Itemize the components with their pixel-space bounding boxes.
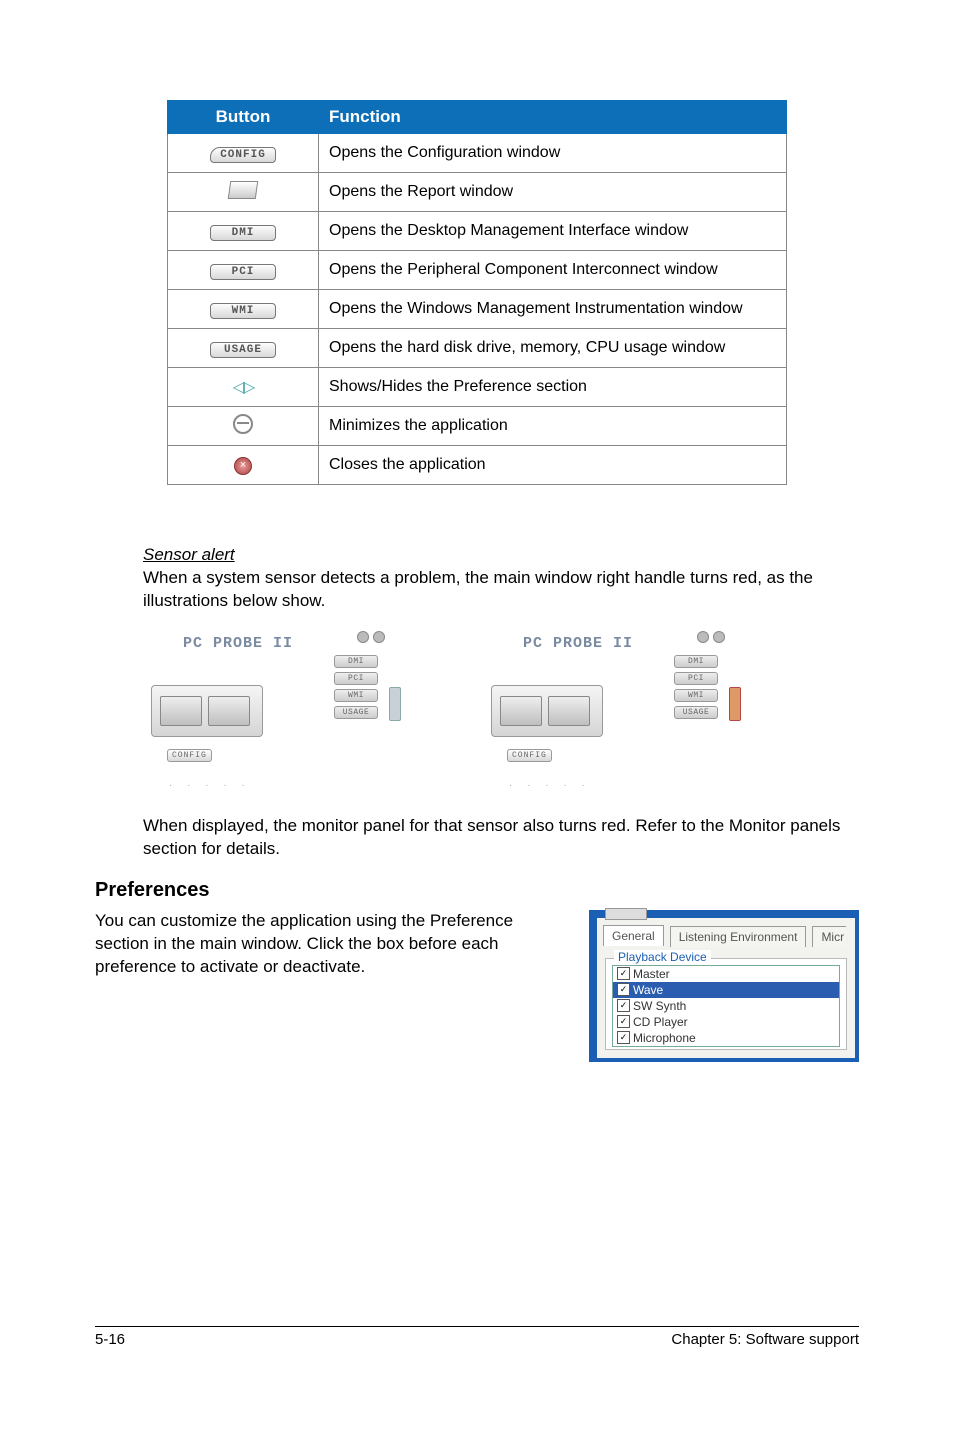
table-row: CONFIG Opens the Configuration window <box>168 134 787 173</box>
list-item: ✓SW Synth <box>613 998 839 1014</box>
probe-monitor-panel <box>151 685 263 737</box>
probe-monitor-panel <box>491 685 603 737</box>
table-row: USAGE Opens the hard disk drive, memory,… <box>168 329 787 368</box>
preferences-text: You can customize the application using … <box>95 910 559 979</box>
report-icon <box>228 181 259 199</box>
row-desc: Shows/Hides the Preference section <box>319 368 787 407</box>
minimize-icon <box>233 414 253 434</box>
probe-widget-alert: PC PROBE II DMI PCI WMI USAGE CONFIG · ·… <box>483 627 743 797</box>
probe-widget-normal: PC PROBE II DMI PCI WMI USAGE CONFIG · ·… <box>143 627 403 797</box>
config-icon: CONFIG <box>210 147 276 163</box>
probe-close-icon <box>713 631 725 643</box>
list-item: ✓Wave <box>613 982 839 998</box>
close-icon: × <box>234 457 252 475</box>
checkbox-icon[interactable]: ✓ <box>617 1031 630 1044</box>
row-desc: Opens the Desktop Management Interface w… <box>319 212 787 251</box>
list-item: ✓Master <box>613 966 839 982</box>
table-row: Minimizes the application <box>168 407 787 446</box>
probe-wmi-button: WMI <box>334 689 378 702</box>
preferences-heading: Preferences <box>95 879 859 902</box>
probe-pci-button: PCI <box>334 672 378 685</box>
checkbox-icon[interactable]: ✓ <box>617 1015 630 1028</box>
probe-right-handle <box>389 687 401 721</box>
probe-config-button: CONFIG <box>507 749 552 762</box>
probe-usage-button: USAGE <box>674 706 718 719</box>
chapter-label: Chapter 5: Software support <box>671 1331 859 1348</box>
probe-right-handle-alert <box>729 687 741 721</box>
table-row: WMI Opens the Windows Management Instrum… <box>168 290 787 329</box>
sensor-alert-heading: Sensor alert <box>143 545 859 565</box>
probe-wmi-button: WMI <box>674 689 718 702</box>
list-item: ✓CD Player <box>613 1014 839 1030</box>
probe-minimize-icon <box>357 631 369 643</box>
probe-dmi-button: DMI <box>334 655 378 668</box>
sensor-alert-text-2: When displayed, the monitor panel for th… <box>143 815 859 861</box>
playback-device-list[interactable]: ✓Master ✓Wave ✓SW Synth ✓CD Player ✓Micr… <box>612 965 840 1047</box>
th-button: Button <box>168 101 319 134</box>
checkbox-icon[interactable]: ✓ <box>617 967 630 980</box>
checkbox-icon[interactable]: ✓ <box>617 983 630 996</box>
probe-title: PC PROBE II <box>183 635 293 652</box>
playback-device-label: Playback Device <box>614 950 711 964</box>
row-desc: Minimizes the application <box>319 407 787 446</box>
row-desc: Closes the application <box>319 446 787 485</box>
row-desc: Opens the Report window <box>319 173 787 212</box>
table-row: ◁▷ Shows/Hides the Preference section <box>168 368 787 407</box>
toggle-arrows-icon: ◁▷ <box>233 377 254 397</box>
sensor-alert-text: When a system sensor detects a problem, … <box>143 567 859 613</box>
row-desc: Opens the Configuration window <box>319 134 787 173</box>
table-row: Opens the Report window <box>168 173 787 212</box>
preferences-screenshot: General Listening EnvironmentMicr Playbac… <box>589 910 859 1062</box>
dmi-icon: DMI <box>210 225 276 241</box>
probe-usage-button: USAGE <box>334 706 378 719</box>
row-desc: Opens the Windows Management Instrumenta… <box>319 290 787 329</box>
table-row: DMI Opens the Desktop Management Interfa… <box>168 212 787 251</box>
usage-icon: USAGE <box>210 342 276 358</box>
probe-config-button: CONFIG <box>167 749 212 762</box>
tab-listening-environment[interactable]: Listening Environment <box>670 926 807 947</box>
row-desc: Opens the hard disk drive, memory, CPU u… <box>319 329 787 368</box>
row-desc: Opens the Peripheral Component Interconn… <box>319 251 787 290</box>
probe-close-icon <box>373 631 385 643</box>
probe-illustrations: PC PROBE II DMI PCI WMI USAGE CONFIG · ·… <box>143 627 859 797</box>
probe-title: PC PROBE II <box>523 635 633 652</box>
pci-icon: PCI <box>210 264 276 280</box>
probe-minimize-icon <box>697 631 709 643</box>
table-row: PCI Opens the Peripheral Component Inter… <box>168 251 787 290</box>
probe-dmi-button: DMI <box>674 655 718 668</box>
list-item: ✓Microphone <box>613 1030 839 1046</box>
th-function: Function <box>319 101 787 134</box>
button-function-table: Button Function CONFIG Opens the Configu… <box>167 100 787 485</box>
tab-general[interactable]: General <box>603 925 664 946</box>
probe-pci-button: PCI <box>674 672 718 685</box>
wmi-icon: WMI <box>210 303 276 319</box>
table-row: × Closes the application <box>168 446 787 485</box>
page-number: 5-16 <box>95 1331 125 1348</box>
tab-microphone[interactable]: Micr <box>812 926 846 947</box>
checkbox-icon[interactable]: ✓ <box>617 999 630 1012</box>
